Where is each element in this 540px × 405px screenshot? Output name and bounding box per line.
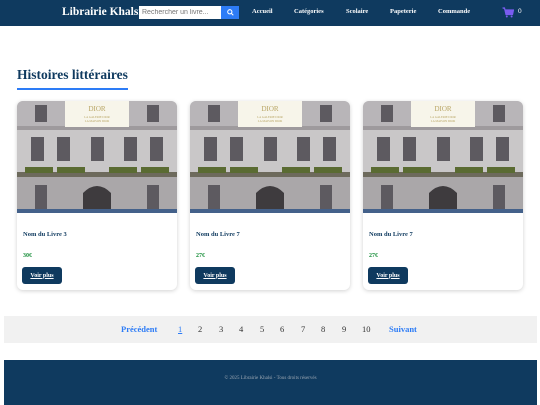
brand-logo[interactable]: Librairie Khalsi: [62, 6, 142, 18]
book-price: 30€: [23, 253, 32, 259]
book-card: DIOR LA GALERIE DIOR LA MAISON DIOR Nom …: [190, 101, 350, 290]
voir-plus-button[interactable]: Voir plus: [368, 267, 408, 284]
footer-copyright: © 2025 Librairie Khalsi - Tous droits ré…: [224, 376, 317, 381]
pagination-page[interactable]: 1: [178, 324, 182, 334]
section-title: Histoires littéraires: [17, 67, 128, 82]
cover-logo-text: DIOR: [88, 105, 105, 113]
book-cover-image: DIOR LA GALERIE DIOR LA MAISON DIOR: [363, 101, 523, 213]
pagination-page[interactable]: 10: [362, 324, 371, 334]
footer: © 2025 Librairie Khalsi - Tous droits ré…: [4, 360, 537, 405]
nav-link-papeterie[interactable]: Papeterie: [390, 8, 416, 15]
pagination-page[interactable]: 2: [198, 324, 202, 334]
pagination-page[interactable]: 9: [342, 324, 346, 334]
voir-plus-button[interactable]: Voir plus: [195, 267, 235, 284]
title-underline: [17, 88, 128, 90]
pagination-page[interactable]: 4: [239, 324, 243, 334]
cover-logo-text: DIOR: [261, 105, 278, 113]
book-title: Nom du Livre 7: [369, 231, 413, 238]
pagination-page[interactable]: 5: [260, 324, 264, 334]
book-card: DIOR LA GALERIE DIOR LA MAISON DIOR Nom …: [17, 101, 177, 290]
book-title: Nom du Livre 3: [23, 231, 67, 238]
pagination: Précédent 1 2 3 4 5 6 7 8 9 10 Suivant: [4, 316, 537, 343]
navbar: Librairie Khalsi Accueil Catégories Scol…: [0, 0, 540, 26]
cart-count[interactable]: 0: [518, 8, 522, 15]
nav-link-accueil[interactable]: Accueil: [252, 8, 273, 15]
nav-link-categories[interactable]: Catégories: [294, 8, 324, 15]
cover-subtitle-2: LA MAISON DIOR: [431, 119, 456, 123]
pagination-page[interactable]: 6: [280, 324, 284, 334]
pagination-page[interactable]: 7: [301, 324, 305, 334]
pagination-prev[interactable]: Précédent: [121, 324, 157, 334]
pagination-page[interactable]: 3: [219, 324, 223, 334]
book-card: DIOR LA GALERIE DIOR LA MAISON DIOR Nom …: [363, 101, 523, 290]
voir-plus-button[interactable]: Voir plus: [22, 267, 62, 284]
book-price: 27€: [369, 253, 378, 259]
cover-logo-text: DIOR: [434, 105, 451, 113]
search-icon: [226, 9, 234, 16]
cover-subtitle-2: LA MAISON DIOR: [85, 119, 110, 123]
cover-subtitle-2: LA MAISON DIOR: [258, 119, 283, 123]
nav-link-scolaire[interactable]: Scolaire: [346, 8, 368, 15]
cart-icon[interactable]: [502, 7, 514, 18]
nav-link-commande[interactable]: Commande: [438, 8, 470, 15]
book-cover-image: DIOR LA GALERIE DIOR LA MAISON DIOR: [190, 101, 350, 213]
book-price: 27€: [196, 253, 205, 259]
search-input[interactable]: [139, 6, 221, 19]
pagination-page[interactable]: 8: [321, 324, 325, 334]
book-cover-image: DIOR LA GALERIE DIOR LA MAISON DIOR: [17, 101, 177, 213]
pagination-next[interactable]: Suivant: [389, 324, 417, 334]
search-button[interactable]: [221, 6, 239, 19]
book-title: Nom du Livre 7: [196, 231, 240, 238]
